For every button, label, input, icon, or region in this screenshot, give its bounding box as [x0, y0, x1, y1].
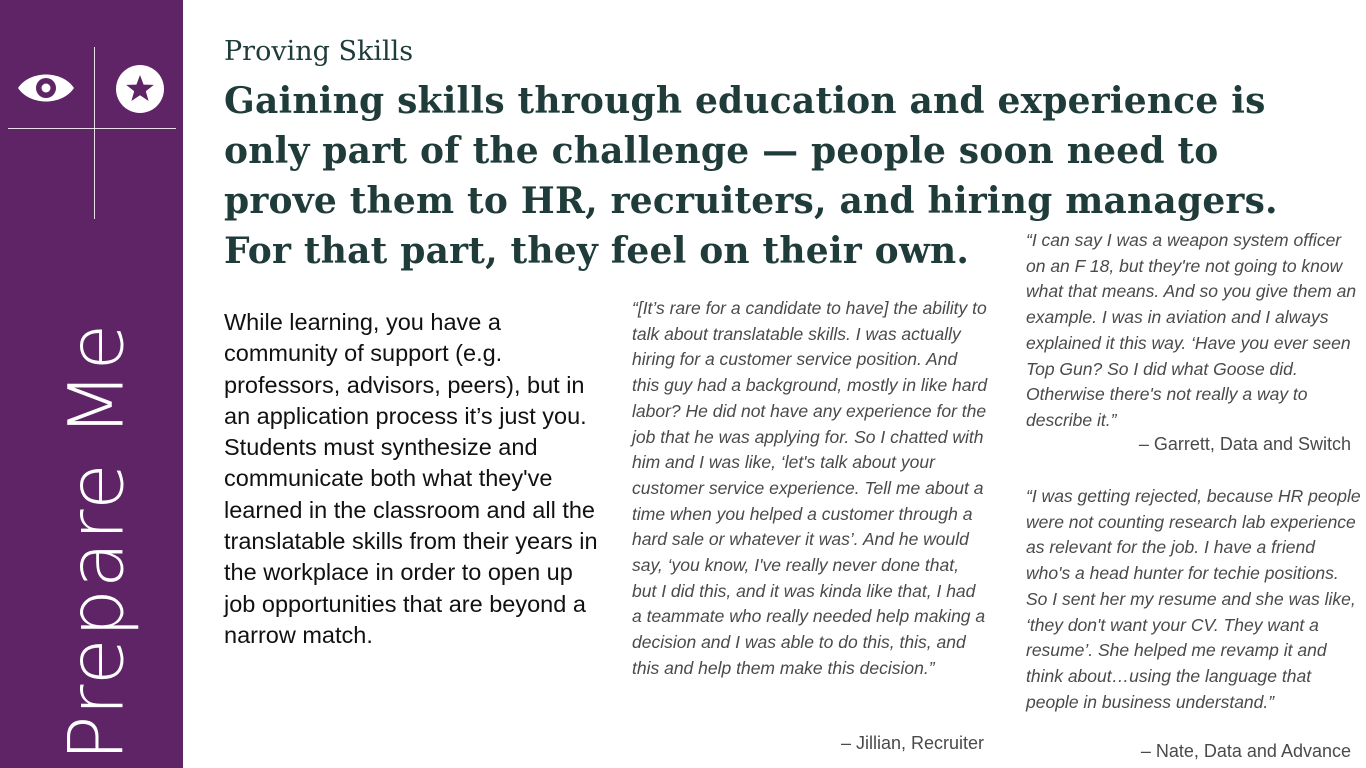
quote-attribution-nate: – Nate, Data and Advance: [1140, 741, 1351, 761]
vertical-divider: [94, 47, 95, 219]
quote-nate: “I was getting rejected, because HR peop…: [1026, 486, 1361, 712]
eye-icon: [18, 74, 74, 102]
quote-jillian: “[It’s rare for a candidate to have] the…: [632, 298, 988, 678]
quote-attribution-garrett: – Garrett, Data and Switch: [1138, 434, 1351, 454]
section-label: Proving Skills: [224, 36, 414, 67]
sidebar: Prepare Me: [0, 0, 183, 768]
quote-attribution-jillian: – Jillian, Recruiter: [840, 733, 984, 753]
horizontal-divider: [8, 128, 176, 129]
star-icon: [116, 65, 164, 113]
quote-garrett: “I can say I was a weapon system officer…: [1026, 230, 1357, 430]
body-paragraph: While learning, you have a community of …: [224, 309, 598, 648]
sidebar-title: Prepare Me: [51, 322, 141, 762]
